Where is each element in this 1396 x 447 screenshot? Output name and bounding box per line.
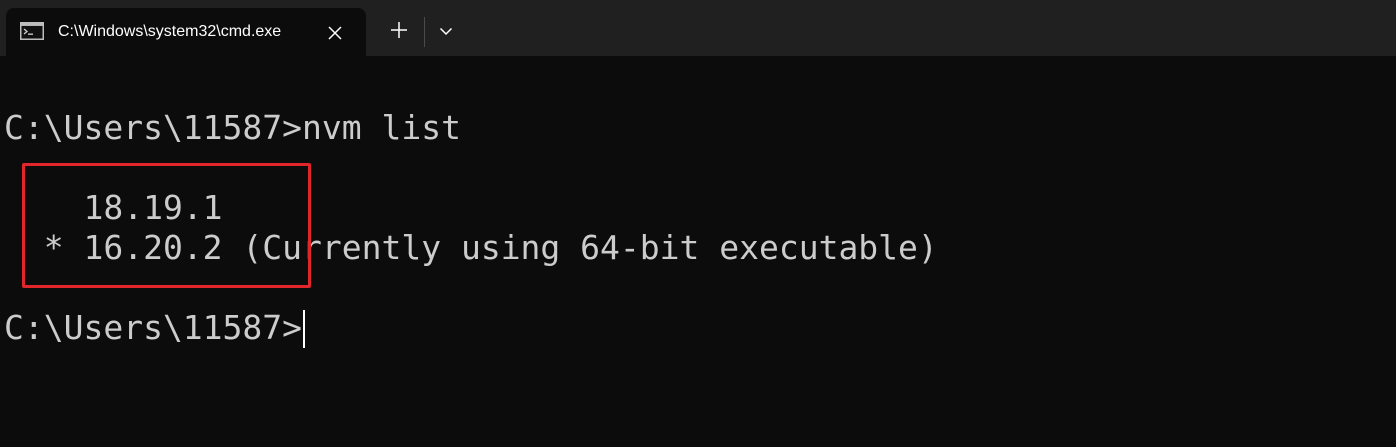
tab-bar: C:\Windows\system32\cmd.exe (0, 0, 1396, 56)
terminal-window: C:\Windows\system32\cmd.exe C:\Users\115… (0, 0, 1396, 447)
cmd-console-icon (20, 22, 44, 40)
plus-icon (390, 21, 408, 44)
prompt-text: C:\Users\11587> (4, 308, 303, 347)
highlight-annotation-box (22, 163, 311, 288)
console-output[interactable]: C:\Users\11587>nvm list 18.19.1 * 16.20.… (0, 56, 1396, 447)
tab-title: C:\Windows\system32\cmd.exe (58, 23, 282, 40)
tab-divider (424, 17, 425, 47)
tab-dropdown-button[interactable] (430, 16, 462, 48)
prompt-line[interactable]: C:\Users\11587> (4, 308, 306, 348)
new-tab-button[interactable] (382, 16, 416, 48)
tab-cmd[interactable]: C:\Windows\system32\cmd.exe (6, 8, 366, 56)
text-cursor (303, 310, 306, 348)
close-icon[interactable] (322, 20, 348, 46)
command-line: C:\Users\11587>nvm list (4, 108, 461, 147)
chevron-down-icon (439, 23, 453, 41)
